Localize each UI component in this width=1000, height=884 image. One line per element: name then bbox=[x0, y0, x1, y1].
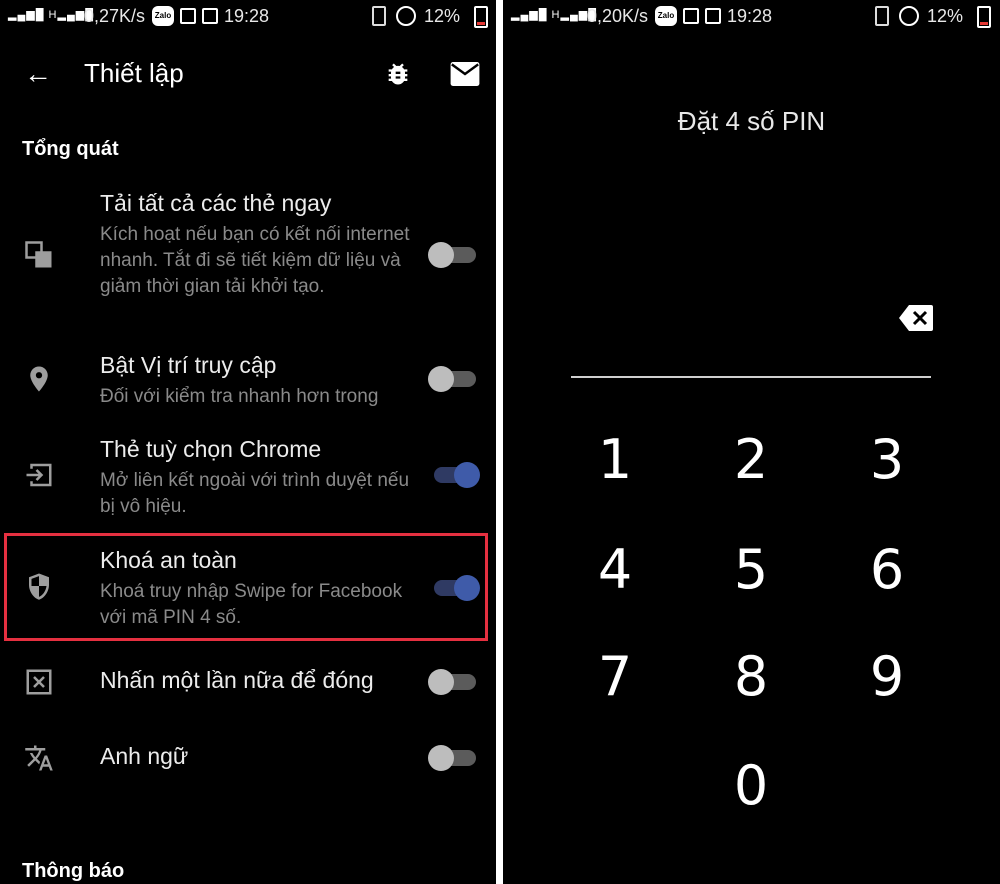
notification-icon bbox=[683, 8, 699, 24]
highlight-box bbox=[4, 533, 488, 641]
vibrate-icon bbox=[372, 6, 386, 26]
setting-description: Mở liên kết ngoài với trình duyệt nếu bị… bbox=[100, 470, 410, 517]
setting-title: Bật Vị trí truy cập bbox=[100, 352, 277, 378]
setting-title: Nhấn một lần nữa để đóng bbox=[100, 667, 374, 693]
pin-title: Đặt 4 số PIN bbox=[677, 106, 826, 136]
alarm-icon bbox=[396, 6, 416, 26]
load-all-tabs-toggle[interactable] bbox=[428, 242, 480, 268]
app-bar: ← Thiết lập bbox=[0, 50, 496, 98]
settings-screen: ▂▄▆█ H▂▄▆█ 0,27K/s Zalo 19:28 12% ← Thiế… bbox=[0, 0, 496, 884]
bug-report-icon[interactable] bbox=[384, 60, 412, 88]
signal-icon: ▂▄▆█ H▂▄▆█ bbox=[8, 9, 95, 21]
alarm-icon bbox=[899, 6, 919, 26]
key-4[interactable]: 4 bbox=[575, 530, 655, 610]
back-arrow-icon[interactable]: ← bbox=[24, 60, 52, 88]
zalo-icon: Zalo bbox=[655, 6, 677, 26]
image-icon bbox=[202, 8, 218, 24]
open-external-icon bbox=[26, 463, 52, 487]
setting-press-again-to-close[interactable]: Nhấn một lần nữa để đóng bbox=[0, 664, 496, 704]
key-1[interactable]: 1 bbox=[575, 420, 655, 500]
key-2[interactable]: 2 bbox=[711, 420, 791, 500]
backspace-icon[interactable] bbox=[899, 305, 933, 331]
key-6[interactable]: 6 bbox=[847, 530, 927, 610]
network-speed: 0,20K/s bbox=[587, 6, 649, 26]
status-bar: ▂▄▆█ H▂▄▆█ 0,20K/s Zalo 19:28 12% bbox=[503, 0, 1000, 34]
setting-location-access[interactable]: Bật Vị trí truy cập Đối với kiểm tra nha… bbox=[0, 350, 496, 414]
battery-icon bbox=[977, 6, 991, 28]
setting-chrome-custom-tabs[interactable]: Thẻ tuỳ chọn Chrome Mở liên kết ngoài vớ… bbox=[0, 434, 496, 524]
clock: 19:28 bbox=[727, 6, 773, 26]
notification-icon bbox=[180, 8, 196, 24]
clock: 19:28 bbox=[224, 6, 270, 26]
copy-stack-icon bbox=[25, 241, 52, 268]
mail-icon[interactable] bbox=[450, 62, 480, 86]
key-3[interactable]: 3 bbox=[847, 420, 927, 500]
page-title: Thiết lập bbox=[84, 58, 184, 88]
location-access-toggle[interactable] bbox=[428, 366, 480, 392]
pin-setup-screen: ▂▄▆█ H▂▄▆█ 0,20K/s Zalo 19:28 12% Đặt 4 … bbox=[503, 0, 1000, 884]
battery-percent: 12% bbox=[927, 6, 964, 26]
key-8[interactable]: 8 bbox=[711, 637, 791, 717]
key-5[interactable]: 5 bbox=[711, 530, 791, 610]
image-icon bbox=[705, 8, 721, 24]
setting-description: Đối với kiểm tra nhanh hơn trong bbox=[100, 386, 379, 407]
zalo-icon: Zalo bbox=[152, 6, 174, 26]
setting-description: Kích hoạt nếu bạn có kết nối internet nh… bbox=[100, 224, 410, 297]
section-header-notifications: Thông báo bbox=[22, 860, 125, 882]
setting-load-all-tabs[interactable]: Tải tất cả các thẻ ngay Kích hoạt nếu bạ… bbox=[0, 188, 496, 328]
setting-title: Thẻ tuỳ chọn Chrome bbox=[100, 436, 322, 462]
key-7[interactable]: 7 bbox=[575, 637, 655, 717]
key-0[interactable]: 0 bbox=[711, 746, 791, 826]
pin-input-underline bbox=[571, 376, 931, 378]
chrome-tabs-toggle[interactable] bbox=[430, 462, 480, 488]
signal-icon: ▂▄▆█ H▂▄▆█ bbox=[511, 9, 598, 21]
battery-percent: 12% bbox=[424, 6, 461, 26]
section-header-general: Tổng quát bbox=[22, 138, 119, 160]
press-again-toggle[interactable] bbox=[428, 669, 480, 695]
key-9[interactable]: 9 bbox=[847, 637, 927, 717]
setting-title: Tải tất cả các thẻ ngay bbox=[100, 190, 332, 216]
battery-icon bbox=[474, 6, 488, 28]
translate-icon bbox=[25, 745, 53, 771]
english-toggle[interactable] bbox=[428, 745, 480, 771]
setting-english[interactable]: Anh ngữ bbox=[0, 740, 496, 780]
close-box-icon bbox=[26, 669, 52, 695]
setting-title: Anh ngữ bbox=[100, 743, 189, 769]
status-bar: ▂▄▆█ H▂▄▆█ 0,27K/s Zalo 19:28 12% bbox=[0, 0, 496, 34]
vibrate-icon bbox=[875, 6, 889, 26]
network-speed: 0,27K/s bbox=[84, 6, 146, 26]
location-pin-icon bbox=[30, 366, 48, 392]
